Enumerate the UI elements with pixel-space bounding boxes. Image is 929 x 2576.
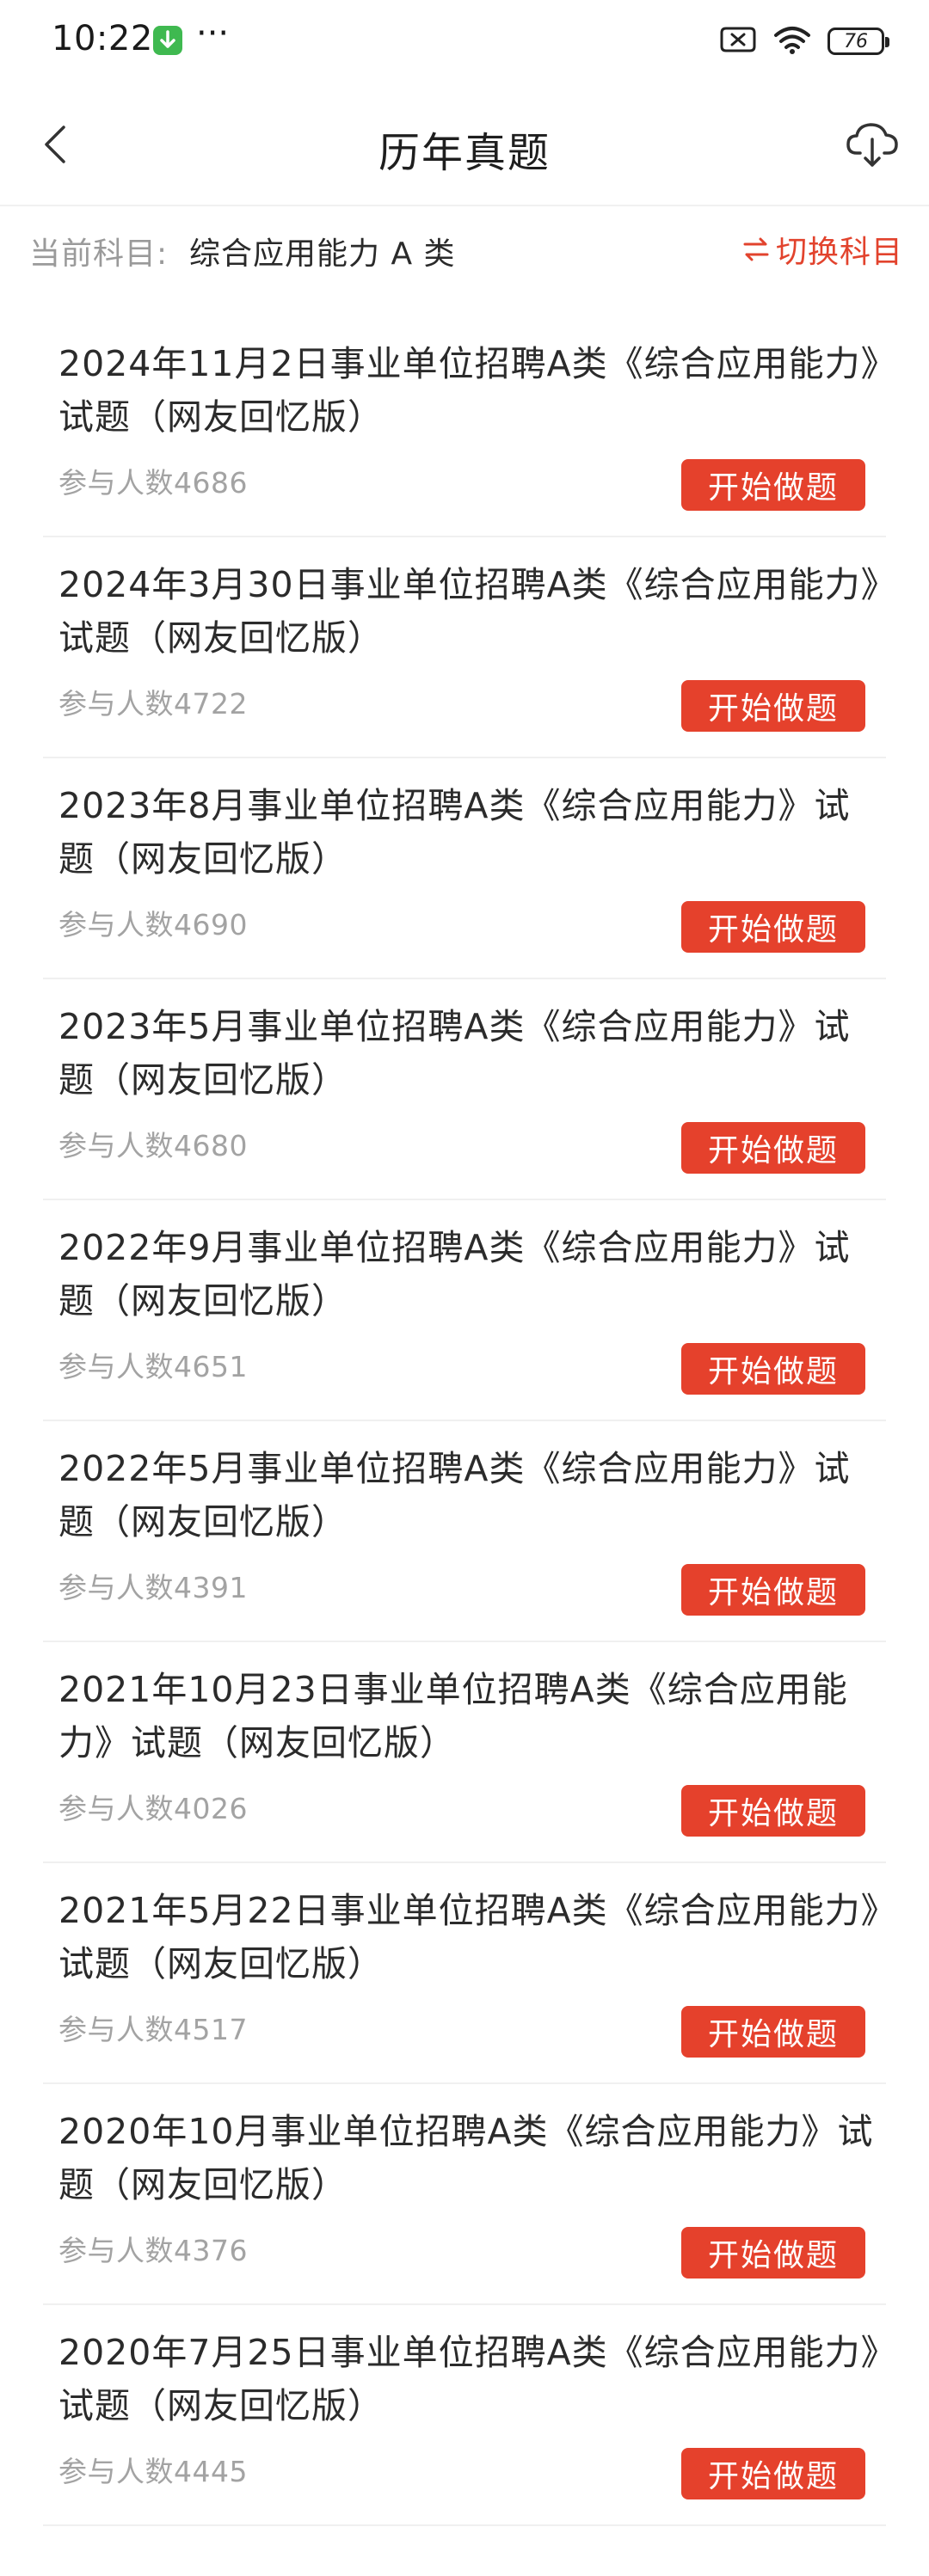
download-button[interactable] (841, 113, 903, 175)
start-exam-button[interactable]: 开始做题 (681, 1785, 865, 1837)
start-exam-button[interactable]: 开始做题 (681, 2006, 865, 2058)
subject-value: 综合应用能力 A 类 (189, 236, 456, 272)
more-notifications-icon: ··· (196, 14, 230, 53)
wifi-icon (772, 24, 812, 58)
exam-title: 2023年5月事业单位招聘A类《综合应用能力》试题（网友回忆版） (58, 1006, 851, 1101)
exam-title: 2021年10月23日事业单位招聘A类《综合应用能力》试题（网友回忆版） (58, 1669, 848, 1763)
start-exam-button[interactable]: 开始做题 (681, 901, 865, 953)
participant-count: 参与人数4376 (58, 2234, 248, 2267)
exam-title: 2024年3月30日事业单位招聘A类《综合应用能力》试题（网友回忆版） (58, 564, 880, 659)
participant-count: 参与人数4690 (58, 908, 248, 941)
subject-label: 当前科目: (29, 236, 169, 272)
exam-title: 2020年10月事业单位招聘A类《综合应用能力》试题（网友回忆版） (58, 2111, 874, 2205)
list-item[interactable]: 2020年10月事业单位招聘A类《综合应用能力》试题（网友回忆版） 参与人数43… (43, 2084, 886, 2305)
list-item[interactable]: 2021年10月23日事业单位招聘A类《综合应用能力》试题（网友回忆版） 参与人… (43, 1642, 886, 1863)
list-item[interactable]: 2022年9月事业单位招聘A类《综合应用能力》试题（网友回忆版） 参与人数465… (43, 1200, 886, 1421)
participant-count: 参与人数4651 (58, 1350, 248, 1383)
start-exam-button[interactable]: 开始做题 (681, 2227, 865, 2279)
start-exam-button[interactable]: 开始做题 (681, 459, 865, 511)
list-item[interactable]: 2024年11月2日事业单位招聘A类《综合应用能力》试题（网友回忆版） 参与人数… (43, 316, 886, 537)
participant-count: 参与人数4680 (58, 1129, 248, 1162)
header: 历年真题 (0, 83, 929, 206)
participant-count: 参与人数4445 (58, 2455, 248, 2488)
participant-count: 参与人数4686 (58, 466, 248, 500)
sim-no-signal-icon (719, 26, 757, 57)
current-subject-row: 当前科目: 综合应用能力 A 类 切换科目 (0, 206, 929, 289)
exam-title: 2023年8月事业单位招聘A类《综合应用能力》试题（网友回忆版） (58, 785, 851, 880)
start-exam-button[interactable]: 开始做题 (681, 1343, 865, 1395)
exam-title: 2024年11月2日事业单位招聘A类《综合应用能力》试题（网友回忆版） (58, 343, 880, 438)
exam-title: 2020年7月25日事业单位招聘A类《综合应用能力》试题（网友回忆版） (58, 2332, 880, 2426)
list-item[interactable]: 2022年5月事业单位招聘A类《综合应用能力》试题（网友回忆版） 参与人数439… (43, 1421, 886, 1642)
participant-count: 参与人数4026 (58, 1792, 248, 1825)
status-bar: 10:22 ··· 76 (0, 0, 929, 83)
list-item[interactable]: 2023年5月事业单位招聘A类《综合应用能力》试题（网友回忆版） 参与人数468… (43, 979, 886, 1200)
start-exam-button[interactable]: 开始做题 (681, 2448, 865, 2499)
exam-title: 2022年9月事业单位招聘A类《综合应用能力》试题（网友回忆版） (58, 1227, 851, 1322)
list-item[interactable]: 2021年5月22日事业单位招聘A类《综合应用能力》试题（网友回忆版） 参与人数… (43, 1863, 886, 2084)
exam-title: 2022年5月事业单位招聘A类《综合应用能力》试题（网友回忆版） (58, 1448, 851, 1543)
switch-subject-button[interactable]: 切换科目 (741, 227, 903, 272)
exam-title: 2021年5月22日事业单位招聘A类《综合应用能力》试题（网友回忆版） (58, 1890, 880, 1984)
participant-count: 参与人数4722 (58, 687, 248, 721)
participant-count: 参与人数4391 (58, 1571, 248, 1604)
battery-icon: 76 (827, 28, 889, 55)
participant-count: 参与人数4517 (58, 2013, 248, 2046)
cloud-download-icon (846, 123, 898, 167)
list-item[interactable]: 2024年3月30日事业单位招聘A类《综合应用能力》试题（网友回忆版） 参与人数… (43, 537, 886, 758)
start-exam-button[interactable]: 开始做题 (681, 1564, 865, 1616)
page-title: 历年真题 (378, 129, 551, 177)
list-item[interactable]: 2020年7月25日事业单位招聘A类《综合应用能力》试题（网友回忆版） 参与人数… (43, 2305, 886, 2526)
download-notification-icon (153, 26, 182, 55)
start-exam-button[interactable]: 开始做题 (681, 1122, 865, 1174)
status-time: 10:22 (52, 19, 153, 58)
switch-subject-label: 切换科目 (775, 235, 903, 270)
start-exam-button[interactable]: 开始做题 (681, 680, 865, 732)
exam-list: 2024年11月2日事业单位招聘A类《综合应用能力》试题（网友回忆版） 参与人数… (0, 316, 929, 2526)
list-item[interactable]: 2023年8月事业单位招聘A类《综合应用能力》试题（网友回忆版） 参与人数469… (43, 758, 886, 979)
swap-icon (743, 237, 769, 261)
